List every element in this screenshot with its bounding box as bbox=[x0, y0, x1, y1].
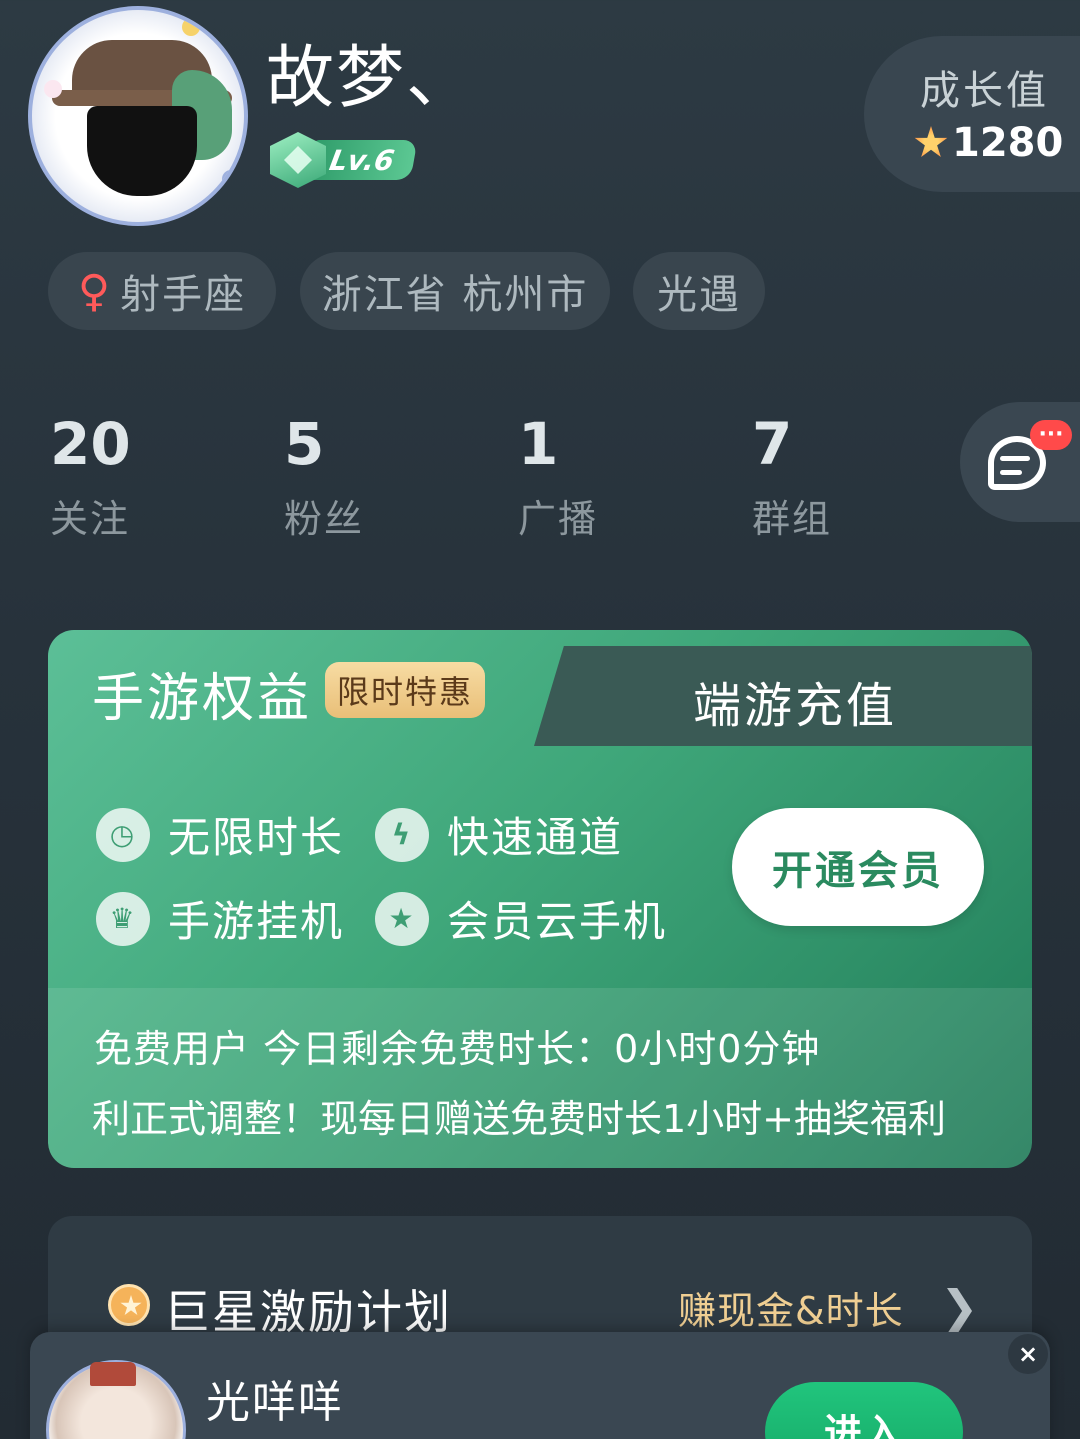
perk-cloud-phone: ★ 会员云手机 bbox=[375, 888, 667, 949]
tab-mobile-benefits[interactable]: 手游权益 bbox=[92, 656, 312, 731]
chevron-right-icon[interactable]: ❯ bbox=[940, 1280, 979, 1334]
chat-bubble-line bbox=[1000, 470, 1022, 475]
stat-label: 广播 bbox=[518, 497, 599, 541]
perk-idle-play: ♛ 手游挂机 bbox=[96, 888, 344, 949]
chat-button[interactable]: ··· bbox=[960, 402, 1080, 522]
crown-icon: ♛ bbox=[96, 891, 150, 946]
membership-card: 端游充值 手游权益 限时特惠 ◷ 无限时长 ϟ 快速通道 ♛ 手游挂机 ★ 会员… bbox=[48, 630, 1032, 1168]
stat-broadcasts[interactable]: 1 广播 bbox=[518, 410, 678, 543]
perk-label: 手游挂机 bbox=[168, 897, 345, 946]
level-badge[interactable]: Lv.6 bbox=[270, 132, 418, 188]
open-membership-button[interactable]: 开通会员 bbox=[732, 808, 984, 926]
chat-notification-badge: ··· bbox=[1030, 420, 1072, 450]
chat-bubble-line bbox=[1000, 456, 1030, 461]
avatar-flower-decoration bbox=[44, 80, 62, 98]
avatar-flower-decoration bbox=[222, 170, 240, 188]
stat-following[interactable]: 20 关注 bbox=[50, 410, 210, 543]
notice-marquee[interactable]: 福利正式调整！现每日赠送免费时长1小时+抽奖福利 bbox=[92, 1088, 988, 1143]
avatar-face-shape bbox=[87, 106, 197, 196]
growth-value-panel[interactable]: 成长值 1280 bbox=[864, 36, 1080, 192]
free-time-section: 免费用户 今日剩余免费时长：0小时0分钟 福利正式调整！现每日赠送免费时长1小时… bbox=[48, 988, 1032, 1168]
perk-label: 快速通道 bbox=[447, 813, 624, 862]
zodiac-label: 射手座 bbox=[120, 272, 247, 318]
star-medal-icon bbox=[108, 1284, 150, 1326]
perk-unlimited-time: ◷ 无限时长 bbox=[96, 804, 344, 865]
stat-groups[interactable]: 7 群组 bbox=[752, 410, 912, 543]
tab-pc-recharge[interactable]: 端游充值 bbox=[693, 666, 897, 736]
crown-icon bbox=[90, 1362, 136, 1386]
female-icon: ♀ bbox=[77, 265, 113, 317]
stat-value: 5 bbox=[284, 410, 325, 478]
username: 故梦、 bbox=[266, 39, 477, 118]
growth-title: 成长值 bbox=[920, 68, 1049, 114]
star-icon bbox=[914, 126, 948, 157]
stat-followers[interactable]: 5 粉丝 bbox=[284, 410, 444, 543]
avatar-flower-decoration bbox=[182, 18, 200, 36]
location-tag[interactable]: 浙江省 杭州市 bbox=[300, 252, 610, 330]
stat-label: 关注 bbox=[50, 497, 131, 541]
enter-button[interactable]: 进入 bbox=[765, 1382, 963, 1439]
lightning-icon: ϟ bbox=[375, 807, 429, 862]
perk-label: 无限时长 bbox=[168, 813, 345, 862]
profile-avatar[interactable] bbox=[28, 6, 248, 226]
promo-badge: 限时特惠 bbox=[325, 662, 486, 718]
stat-value: 7 bbox=[752, 410, 793, 478]
free-time-status: 免费用户 今日剩余免费时长：0小时0分钟 bbox=[94, 1027, 821, 1071]
banner-name: 光咩咩 bbox=[206, 1377, 344, 1428]
stat-label: 群组 bbox=[752, 497, 833, 541]
growth-value-number: 1280 bbox=[952, 120, 1064, 166]
stat-label: 粉丝 bbox=[284, 497, 365, 541]
room-banner[interactable]: 光咩咩 进入 × bbox=[30, 1332, 1050, 1439]
notice-text: 福利正式调整！现每日赠送免费时长1小时+抽奖福利 bbox=[92, 1097, 947, 1141]
star-badge-icon: ★ bbox=[375, 891, 429, 946]
close-icon[interactable]: × bbox=[1008, 1334, 1048, 1374]
growth-value: 1280 bbox=[914, 120, 1063, 166]
zodiac-tag[interactable]: ♀ 射手座 bbox=[48, 252, 276, 330]
star-shape bbox=[120, 1295, 142, 1316]
stat-value: 20 bbox=[50, 410, 131, 478]
star-plan-link[interactable]: 赚现金&时长 bbox=[678, 1280, 904, 1335]
game-tag[interactable]: 光遇 bbox=[633, 252, 765, 330]
stat-value: 1 bbox=[518, 410, 559, 478]
perk-fast-lane: ϟ 快速通道 bbox=[375, 804, 623, 865]
perk-label: 会员云手机 bbox=[447, 897, 668, 946]
clock-icon: ◷ bbox=[96, 807, 150, 862]
